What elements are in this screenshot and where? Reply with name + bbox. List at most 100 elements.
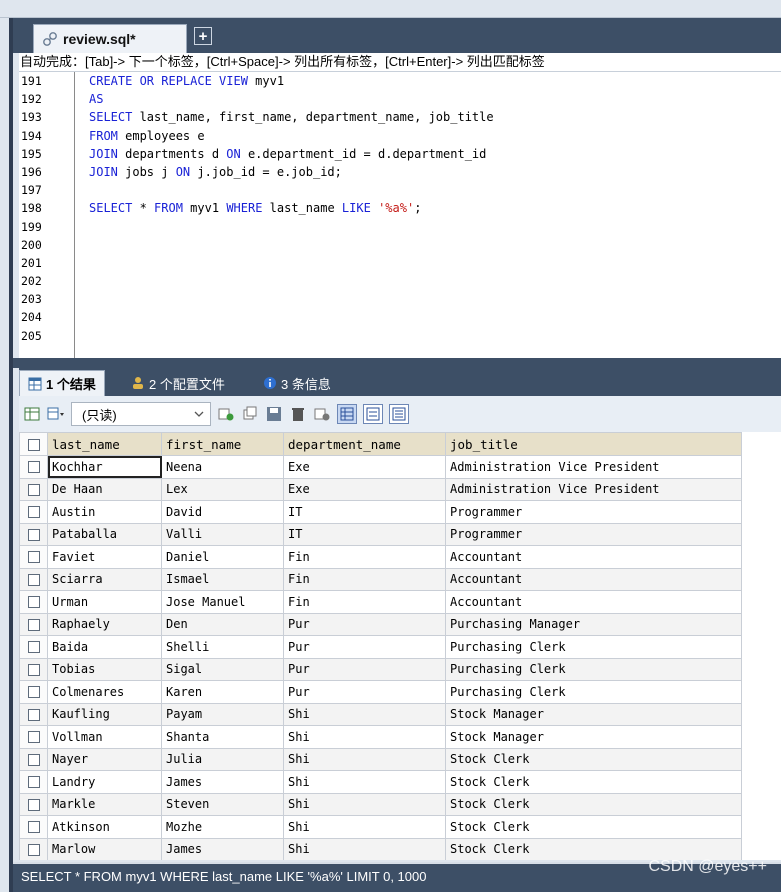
table-cell[interactable]: Stock Clerk xyxy=(445,792,742,816)
row-checkbox-cell[interactable] xyxy=(19,635,48,659)
checkbox[interactable] xyxy=(27,596,40,609)
column-header[interactable]: last_name xyxy=(47,432,162,456)
table-cell[interactable]: Shelli xyxy=(161,635,284,659)
table-cell[interactable]: Pur xyxy=(283,657,446,681)
table-row[interactable]: Kochhar Neena Exe Administration Vice Presi… xyxy=(19,455,742,479)
table-row[interactable]: Vollman Shanta Shi Stock Manager xyxy=(19,725,742,749)
table-cell[interactable]: Fin xyxy=(283,567,446,591)
table-cell[interactable]: Fin xyxy=(283,590,446,614)
table-cell[interactable]: Pur xyxy=(283,635,446,659)
column-header[interactable]: first_name xyxy=(161,432,284,456)
checkbox[interactable] xyxy=(27,776,40,789)
table-row[interactable]: De Haan Lex Exe Administration Vice Preside… xyxy=(19,477,742,501)
grid-menu-icon[interactable] xyxy=(47,405,65,423)
grid-view-button[interactable] xyxy=(337,404,357,424)
table-cell[interactable]: Raphaely xyxy=(47,612,162,636)
table-cell[interactable]: Stock Manager xyxy=(445,702,742,726)
duplicate-row-icon[interactable] xyxy=(241,405,259,423)
table-cell[interactable]: Payam xyxy=(161,702,284,726)
table-cell[interactable]: Sigal xyxy=(161,657,284,681)
table-cell[interactable]: Landry xyxy=(47,770,162,794)
table-cell[interactable]: Shi xyxy=(283,815,446,839)
checkbox[interactable] xyxy=(27,528,40,541)
checkbox[interactable] xyxy=(27,551,40,564)
row-checkbox-cell[interactable] xyxy=(19,770,48,794)
table-cell[interactable]: Pur xyxy=(283,612,446,636)
tab-results[interactable]: 1 个结果 xyxy=(19,370,105,396)
checkbox[interactable] xyxy=(27,439,40,451)
table-row[interactable]: Markle Steven Shi Stock Clerk xyxy=(19,792,742,816)
checkbox[interactable] xyxy=(27,461,40,474)
save-icon[interactable] xyxy=(265,405,283,423)
checkbox[interactable] xyxy=(27,506,40,519)
table-cell[interactable]: Neena xyxy=(161,455,284,479)
readonly-mode-select[interactable]: (只读) xyxy=(71,402,211,426)
table-cell[interactable]: Administration Vice President xyxy=(445,477,742,501)
column-header[interactable]: job_title xyxy=(445,432,742,456)
table-cell[interactable]: Shi xyxy=(283,747,446,771)
table-cell[interactable]: Stock Clerk xyxy=(445,747,742,771)
checkbox[interactable] xyxy=(27,618,40,631)
table-cell[interactable]: Marlow xyxy=(47,837,162,860)
table-cell[interactable]: Purchasing Clerk xyxy=(445,635,742,659)
checkbox[interactable] xyxy=(27,641,40,654)
table-cell[interactable]: James xyxy=(161,837,284,860)
row-checkbox-cell[interactable] xyxy=(19,545,48,569)
table-cell[interactable]: Nayer xyxy=(47,747,162,771)
table-row[interactable]: Raphaely Den Pur Purchasing Manager xyxy=(19,612,742,636)
table-cell[interactable]: Den xyxy=(161,612,284,636)
table-row[interactable]: Faviet Daniel Fin Accountant xyxy=(19,545,742,569)
table-row[interactable]: Nayer Julia Shi Stock Clerk xyxy=(19,747,742,771)
result-grid[interactable]: last_name first_name department_name job… xyxy=(19,432,781,860)
text-view-button[interactable] xyxy=(389,404,409,424)
table-cell[interactable]: James xyxy=(161,770,284,794)
tab-messages[interactable]: 3 条信息 xyxy=(255,370,339,396)
column-header[interactable]: department_name xyxy=(283,432,446,456)
table-cell[interactable]: Markle xyxy=(47,792,162,816)
table-row[interactable]: Austin David IT Programmer xyxy=(19,500,742,524)
row-checkbox-cell[interactable] xyxy=(19,522,48,546)
table-cell[interactable]: Exe xyxy=(283,477,446,501)
table-cell[interactable]: Accountant xyxy=(445,567,742,591)
table-cell[interactable]: Purchasing Clerk xyxy=(445,657,742,681)
table-cell[interactable]: Colmenares xyxy=(47,680,162,704)
discard-changes-icon[interactable] xyxy=(313,405,331,423)
table-cell[interactable]: Austin xyxy=(47,500,162,524)
select-all-checkbox[interactable] xyxy=(19,432,48,456)
table-cell[interactable]: Ismael xyxy=(161,567,284,591)
table-cell[interactable]: Purchasing Clerk xyxy=(445,680,742,704)
checkbox[interactable] xyxy=(27,686,40,699)
new-tab-button[interactable]: + xyxy=(194,27,212,45)
table-row[interactable]: Colmenares Karen Pur Purchasing Clerk xyxy=(19,680,742,704)
sql-editor[interactable]: 191 192 193 194 195 196 197 198 199 200 … xyxy=(19,71,781,358)
table-row[interactable]: Urman Jose Manuel Fin Accountant xyxy=(19,590,742,614)
pane-splitter[interactable] xyxy=(13,358,781,368)
checkbox[interactable] xyxy=(27,731,40,744)
table-cell[interactable]: Shi xyxy=(283,725,446,749)
tab-profiles[interactable]: 2 个配置文件 xyxy=(123,370,233,396)
table-row[interactable]: Pataballa Valli IT Programmer xyxy=(19,522,742,546)
table-cell[interactable]: Pataballa xyxy=(47,522,162,546)
row-checkbox-cell[interactable] xyxy=(19,477,48,501)
table-cell[interactable]: David xyxy=(161,500,284,524)
row-checkbox-cell[interactable] xyxy=(19,680,48,704)
checkbox[interactable] xyxy=(27,753,40,766)
table-cell[interactable]: Kaufling xyxy=(47,702,162,726)
checkbox[interactable] xyxy=(27,663,40,676)
table-cell[interactable]: Stock Clerk xyxy=(445,770,742,794)
row-checkbox-cell[interactable] xyxy=(19,567,48,591)
table-cell[interactable]: Jose Manuel xyxy=(161,590,284,614)
code-area[interactable]: CREATE OR REPLACE VIEW myv1 AS SELECT la… xyxy=(89,72,781,358)
table-cell[interactable]: Daniel xyxy=(161,545,284,569)
row-checkbox-cell[interactable] xyxy=(19,590,48,614)
delete-icon[interactable] xyxy=(289,405,307,423)
table-cell[interactable]: Administration Vice President xyxy=(445,455,742,479)
table-cell[interactable]: IT xyxy=(283,522,446,546)
table-cell[interactable]: Valli xyxy=(161,522,284,546)
table-cell[interactable]: Sciarra xyxy=(47,567,162,591)
form-view-button[interactable] xyxy=(363,404,383,424)
table-cell[interactable]: Urman xyxy=(47,590,162,614)
table-cell[interactable]: Accountant xyxy=(445,590,742,614)
row-checkbox-cell[interactable] xyxy=(19,455,48,479)
table-cell[interactable]: Pur xyxy=(283,680,446,704)
